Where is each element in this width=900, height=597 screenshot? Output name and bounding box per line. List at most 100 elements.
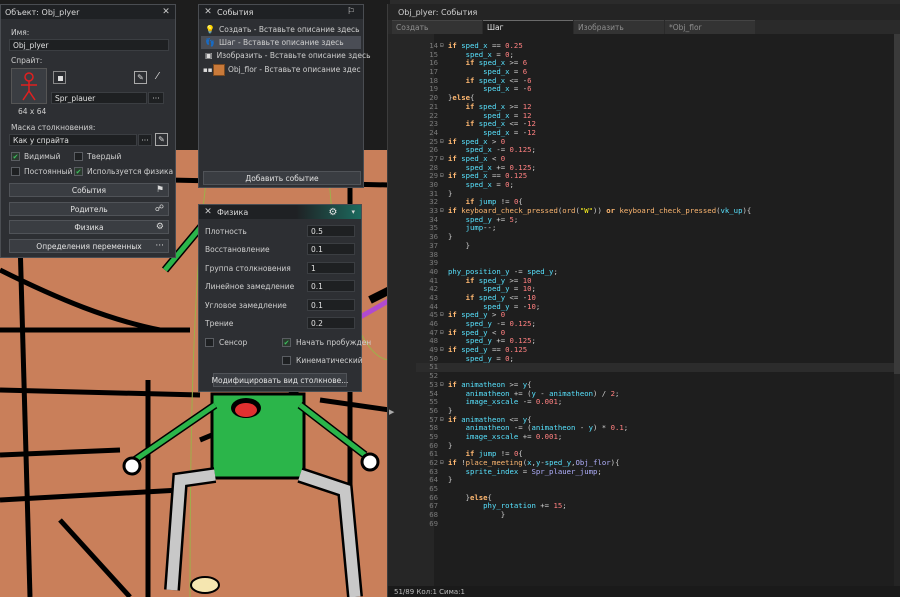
fold-icon[interactable]: ⊟	[440, 155, 448, 164]
physics-window-titlebar[interactable]: ✕ Физика ⚙ ▾	[199, 205, 361, 219]
angular-damping-input[interactable]: 0.1	[307, 299, 355, 311]
fold-icon[interactable]: ⊟	[440, 329, 448, 338]
restitution-label: Восстановление	[205, 245, 270, 254]
code-text: image_xscale += 0.001;	[465, 431, 563, 441]
hierarchy-icon: ☍	[154, 204, 164, 214]
close-icon[interactable]: ✕	[161, 7, 171, 17]
parent-button[interactable]: Родитель ☍	[9, 202, 169, 216]
event-label: Изобразить - Вставьте описание здесь	[216, 51, 371, 60]
sprite-preview[interactable]	[11, 68, 47, 104]
code-text: image_xscale -= 0.001;	[465, 397, 563, 407]
code-line[interactable]: 19 sped_x = -6	[416, 85, 900, 94]
sensor-checkbox[interactable]	[205, 338, 214, 347]
mask-more-button[interactable]: ···	[138, 134, 152, 146]
visible-checkbox[interactable]: ✔	[11, 152, 20, 161]
linear-damping-input[interactable]: 0.1	[307, 280, 355, 292]
fold-icon	[440, 68, 448, 77]
dots-icon: ···	[155, 241, 164, 251]
fold-icon	[440, 112, 448, 121]
code-line[interactable]: 30 sped_x = 0;	[416, 180, 900, 190]
modify-collision-shape-button[interactable]: Модифицировать вид столкнове...	[212, 373, 348, 387]
event-label: Создать - Вставьте описание здесь	[219, 25, 360, 34]
code-line[interactable]: 51	[416, 363, 900, 373]
edit-mask-icon[interactable]: ✎	[155, 133, 168, 146]
code-line[interactable]: 50 sped_y = 0;	[416, 354, 900, 364]
fold-icon[interactable]: ⊟	[440, 138, 448, 147]
tab-step[interactable]: Шаг	[483, 20, 573, 34]
new-sprite-icon[interactable]	[53, 71, 66, 84]
fold-icon[interactable]: ⊟	[440, 346, 448, 355]
event-item-draw[interactable]: ▣ Изобразить - Вставьте описание здесь	[201, 49, 371, 62]
tab-draw[interactable]: Изобразить	[574, 20, 664, 34]
object-window-title: Объект: Obj_plyer	[5, 7, 80, 17]
sprite-size: 64 x 64	[18, 107, 47, 116]
fold-icon[interactable]: ⊟	[440, 207, 448, 216]
editor-scrollbar-thumb[interactable]	[894, 34, 900, 374]
persistent-checkbox[interactable]	[11, 167, 20, 176]
fold-icon	[440, 433, 448, 442]
solid-checkbox[interactable]	[74, 152, 83, 161]
events-button[interactable]: События ⚑	[9, 183, 169, 197]
restitution-input[interactable]: 0.1	[307, 243, 355, 255]
add-event-button[interactable]: Добавить событие	[203, 171, 361, 185]
fold-icon[interactable]: ⊟	[440, 311, 448, 320]
density-input[interactable]: 0.5	[307, 225, 355, 237]
code-line[interactable]: 68 }	[416, 510, 900, 520]
event-item-collision[interactable]: ▪▪ Obj_flor - Вставьте описание здес	[201, 62, 361, 77]
fold-icon	[440, 120, 448, 129]
code-line[interactable]: 38	[416, 250, 900, 260]
variables-button-label: Определения переменных	[36, 241, 142, 251]
code-line[interactable]: 59 image_xscale += 0.001;	[416, 431, 900, 442]
kinematic-checkbox[interactable]	[282, 356, 291, 365]
object-window: Объект: Obj_plyer ✕ Имя: Obj_plyer Спрай…	[0, 4, 176, 258]
event-item-step[interactable]: 👣 Шаг - Вставьте описание здесь	[201, 36, 361, 49]
edit-sprite-icon[interactable]: ✎	[134, 71, 147, 84]
collision-group-input[interactable]: 1	[307, 262, 355, 274]
code-line[interactable]: 37 }	[416, 241, 900, 251]
brush-icon[interactable]: ⁄	[151, 71, 164, 84]
tab-create[interactable]: Создать	[392, 20, 482, 34]
code-line[interactable]: 55 image_xscale -= 0.001;	[416, 397, 900, 407]
expand-arrow-icon[interactable]: ▶	[389, 408, 394, 416]
events-window: ✕ События ⚐ 💡 Создать - Вставьте описани…	[198, 4, 371, 188]
fold-icon[interactable]: ⊟	[440, 42, 448, 51]
physics-button[interactable]: Физика ⚙	[9, 220, 169, 234]
event-item-create[interactable]: 💡 Создать - Вставьте описание здесь	[201, 23, 361, 36]
fold-icon[interactable]: ⊟	[440, 416, 448, 425]
fold-icon	[440, 372, 448, 381]
fold-icon[interactable]: ⊟	[440, 459, 448, 468]
name-input[interactable]: Obj_plyer	[9, 39, 169, 51]
fold-icon	[440, 198, 448, 207]
flag-icon: ⚑	[155, 185, 164, 195]
image-icon: ▣	[205, 51, 213, 60]
fold-icon[interactable]: ⊟	[440, 381, 448, 390]
sprite-more-button[interactable]: ···	[148, 92, 164, 104]
tab-obj-flor[interactable]: *Obj_flor	[665, 20, 755, 34]
gear-icon[interactable]: ⚙	[329, 207, 338, 218]
variables-button[interactable]: Определения переменных ···	[9, 239, 169, 253]
sprite-select[interactable]: Spr_plauer	[51, 92, 147, 104]
angular-damping-label: Угловое замедление	[205, 301, 287, 310]
code-line[interactable]: 36}	[416, 232, 900, 242]
mask-select[interactable]: Как у спрайта	[9, 134, 137, 146]
code-line[interactable]: 69	[416, 518, 900, 529]
start-awake-checkbox[interactable]: ✔	[282, 338, 291, 347]
physics-checkbox[interactable]: ✔	[74, 167, 83, 176]
friction-input[interactable]: 0.2	[307, 317, 355, 329]
fold-icon	[440, 398, 448, 407]
line-number: 69	[429, 518, 438, 528]
fold-icon	[440, 181, 448, 190]
object-window-titlebar[interactable]: Объект: Obj_plyer ✕	[1, 5, 175, 19]
fold-icon	[440, 259, 448, 268]
fold-icon	[440, 51, 448, 60]
code-line[interactable]: 35 jump--;	[416, 224, 900, 233]
code-line[interactable]: 64}	[416, 476, 900, 485]
code-line[interactable]: 63 sprite_index = Spr_plauer_jump;	[416, 467, 900, 477]
code-area[interactable]: 14 ⊟ if sped_x == 0.25 15 sped_x = 0; 16 if …	[416, 41, 900, 529]
events-window-titlebar[interactable]: ✕ События ⚐	[199, 5, 363, 19]
close-icon[interactable]: ✕	[203, 7, 213, 17]
close-icon[interactable]: ✕	[203, 207, 213, 217]
fold-icon[interactable]: ⊟	[440, 172, 448, 181]
chevron-down-icon[interactable]: ▾	[351, 208, 355, 216]
sprite-label: Спрайт:	[11, 56, 43, 65]
